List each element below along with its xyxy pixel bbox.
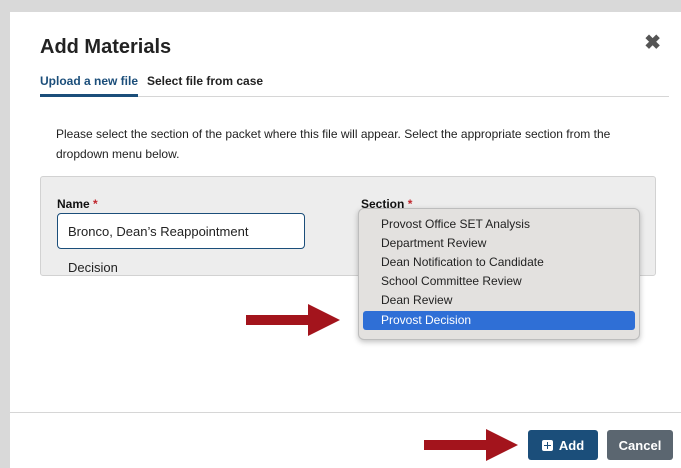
add-button-label: Add bbox=[558, 437, 585, 453]
section-option[interactable]: Department Review bbox=[363, 234, 635, 253]
close-icon[interactable]: ✖ bbox=[644, 30, 661, 55]
tab-select-file-from-case[interactable]: Select file from case bbox=[147, 74, 263, 94]
footer-divider bbox=[10, 412, 681, 413]
name-label: Name * bbox=[57, 197, 98, 211]
dialog-title: Add Materials bbox=[40, 36, 172, 58]
section-option[interactable]: Dean Notification to Candidate bbox=[363, 253, 635, 272]
required-mark: * bbox=[93, 197, 98, 211]
section-option[interactable]: Provost Office SET Analysis bbox=[363, 215, 635, 234]
section-option-selected[interactable]: Provost Decision bbox=[363, 311, 635, 330]
tab-upload-new-file[interactable]: Upload a new file bbox=[40, 74, 139, 97]
annotation-arrow-icon bbox=[424, 429, 518, 461]
name-field[interactable]: Bronco, Dean’s Reappointment Decision bbox=[57, 213, 305, 275]
plus-icon bbox=[541, 439, 553, 451]
instructions-text: Please select the section of the packet … bbox=[56, 127, 611, 161]
section-option[interactable]: Dean Review bbox=[363, 291, 635, 310]
tab-bar: Upload a new file Select file from case bbox=[40, 74, 669, 97]
name-label-text: Name bbox=[57, 197, 90, 211]
section-dropdown-menu[interactable]: Provost Office SET Analysis Department R… bbox=[358, 208, 640, 340]
add-button[interactable]: Add bbox=[528, 430, 598, 460]
cancel-button[interactable]: Cancel bbox=[607, 430, 673, 460]
section-option[interactable]: School Committee Review bbox=[363, 272, 635, 291]
annotation-arrow-icon bbox=[246, 304, 340, 336]
